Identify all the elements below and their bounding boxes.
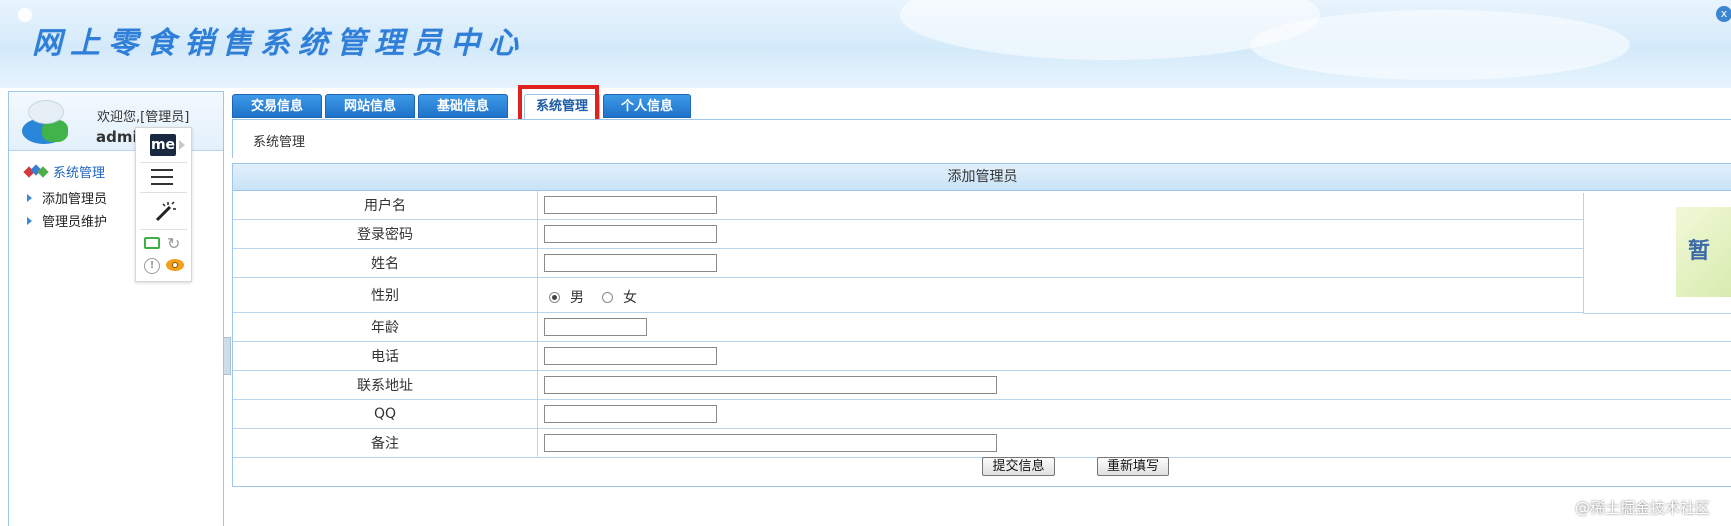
watermark: @稀土掘金技术社区 [1575,499,1711,517]
form-row-remark: 备注 [233,429,1731,458]
submit-button[interactable]: 提交信息 [982,457,1055,476]
tab-transactions[interactable]: 交易信息 [232,94,322,118]
field-label: 备注 [233,429,538,457]
tab-personal[interactable]: 个人信息 [603,94,691,118]
sidebar-section-label: 系统管理 [53,166,106,181]
age-input[interactable] [544,318,647,336]
avatar [18,96,72,146]
phone-input[interactable] [544,347,717,365]
close-icon[interactable]: x [1716,6,1731,22]
app-title: 网上零食销售系统管理员中心 [32,26,526,61]
cast-icon[interactable] [144,237,160,249]
gender-female-radio[interactable] [602,291,613,303]
banner-decoration [18,8,32,22]
field-label: 性别 [233,278,538,312]
breadcrumb-bar: 系统管理 [232,119,1731,158]
field-label: 姓名 [233,249,538,277]
form-row-password: 登录密码 [233,220,1731,249]
form-row-name: 姓名 [233,249,1731,278]
username-input[interactable] [544,196,717,214]
gender-male-radio[interactable] [549,291,560,303]
sidebar-item-label: 添加管理员 [42,192,108,207]
sidebar-item-admin-maintain[interactable]: 管理员维护 [27,211,107,230]
magic-wand-icon[interactable] [152,200,176,224]
welcome-text: 欢迎您,[管理员] [97,110,190,125]
tab-basic[interactable]: 基础信息 [418,94,508,118]
breadcrumb: 系统管理 [253,135,306,150]
name-input[interactable] [544,254,717,272]
photo-text: 暂 [1688,239,1711,264]
add-admin-form: 添加管理员 用户名 登录密码 姓名 性别 男 女 年龄 电话 联系地址 QQ 备… [232,163,1731,487]
form-row-gender: 性别 男 女 [233,278,1731,313]
gem-icon [23,163,49,178]
form-row-phone: 电话 [233,342,1731,371]
arrow-right-icon [27,193,32,202]
field-label: 登录密码 [233,220,538,248]
reload-icon[interactable]: ↻ [167,234,180,253]
sidebar-splitter[interactable] [223,337,231,375]
sidebar-section-system[interactable]: 系统管理 [23,162,106,181]
expand-icon[interactable] [179,140,185,150]
form-row-qq: QQ [233,400,1731,429]
form-row-age: 年龄 [233,313,1731,342]
eye-icon[interactable] [166,259,184,271]
gender-female-label: 女 [623,290,637,306]
qq-input[interactable] [544,405,717,423]
extension-toolbar: me ↻ ! [135,127,192,282]
field-label: 用户名 [233,191,538,219]
remark-input[interactable] [544,434,997,452]
field-label: QQ [233,400,538,428]
password-input[interactable] [544,225,717,243]
tab-website[interactable]: 网站信息 [325,94,415,118]
sidebar-item-label: 管理员维护 [42,215,108,230]
form-row-username: 用户名 [233,191,1731,220]
photo-cell: 暂 [1583,193,1731,314]
gender-radio-group: 男 女 [549,287,637,307]
header-banner: 网上零食销售系统管理员中心 x [0,0,1731,88]
field-label: 联系地址 [233,371,538,399]
warning-icon[interactable]: ! [144,258,160,274]
reset-button[interactable]: 重新填写 [1097,457,1169,476]
arrow-right-icon [27,216,32,225]
menu-icon[interactable] [151,169,173,185]
field-label: 电话 [233,342,538,370]
form-row-address: 联系地址 [233,371,1731,400]
me-logo-icon[interactable]: me [150,134,176,156]
gender-male-label: 男 [570,290,584,306]
form-title: 添加管理员 [233,164,1731,191]
address-input[interactable] [544,376,997,394]
sidebar-item-add-admin[interactable]: 添加管理员 [27,188,107,207]
field-label: 年龄 [233,313,538,341]
